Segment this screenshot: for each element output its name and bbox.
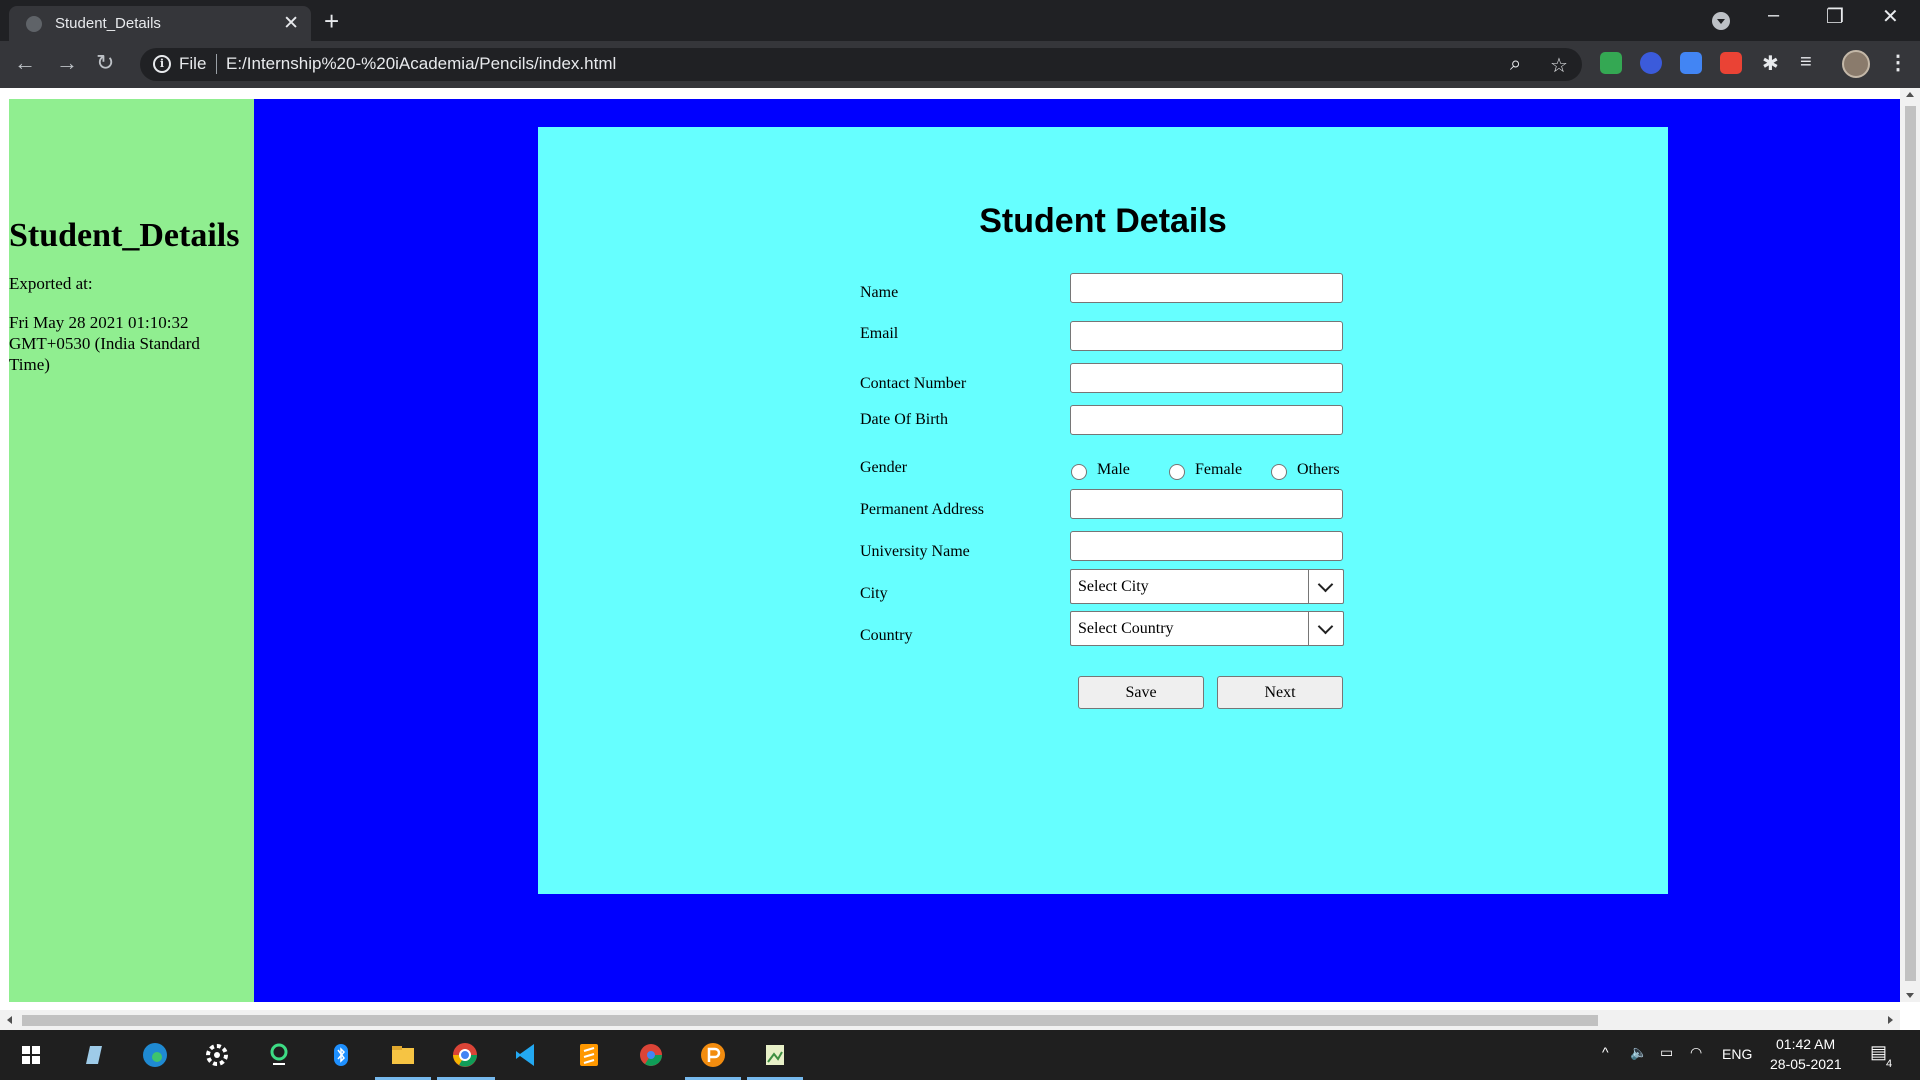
sublime-text-icon[interactable]	[572, 1038, 606, 1072]
gender-others-radio[interactable]	[1271, 464, 1287, 480]
translate-extension-icon[interactable]	[1680, 52, 1702, 74]
gender-male-radio[interactable]	[1071, 464, 1087, 480]
chrome-profile-icon[interactable]	[634, 1038, 668, 1072]
country-dropdown-button[interactable]	[1308, 612, 1343, 645]
vertical-scrollbar[interactable]	[1900, 88, 1920, 1002]
dob-input[interactable]	[1070, 405, 1343, 435]
contact-label: Contact Number	[860, 375, 967, 392]
windows-start-icon[interactable]	[14, 1038, 48, 1072]
dob-label: Date Of Birth	[860, 411, 948, 428]
address-input[interactable]	[1070, 489, 1343, 519]
browser-tab-strip: Student_Details ✕ + – ❐ ✕	[0, 0, 1920, 41]
pencil-app-icon[interactable]	[696, 1038, 730, 1072]
scroll-left-icon[interactable]	[7, 1016, 12, 1024]
url-scheme: File	[179, 54, 207, 73]
minimize-icon[interactable]: –	[1768, 4, 1779, 27]
reload-icon[interactable]: ↻	[96, 50, 114, 76]
browser-tab[interactable]: Student_Details ✕	[9, 6, 311, 41]
scroll-up-icon[interactable]	[1906, 92, 1914, 97]
globe-icon	[26, 16, 42, 32]
gender-male-label: Male	[1097, 461, 1130, 478]
battery-icon[interactable]: ▭	[1660, 1044, 1673, 1061]
language-indicator[interactable]: ENG	[1722, 1046, 1752, 1062]
gender-label: Gender	[860, 459, 908, 476]
notification-count: 4	[1886, 1058, 1893, 1070]
chevron-down-icon	[1317, 576, 1334, 593]
browser-toolbar: ← → ↻ i File E:/Internship%20-%20iAcadem…	[0, 41, 1920, 88]
file-explorer-icon[interactable]	[386, 1038, 420, 1072]
horizontal-scroll-thumb[interactable]	[22, 1015, 1598, 1026]
bluetooth-icon[interactable]	[324, 1038, 358, 1072]
sidebar-title: Student_Details	[9, 217, 240, 254]
city-selected-value: Select City	[1078, 578, 1149, 595]
gender-female-radio[interactable]	[1169, 464, 1185, 480]
email-label: Email	[860, 325, 899, 342]
country-select[interactable]: Select Country	[1070, 611, 1344, 646]
extensions-puzzle-icon[interactable]: ✱	[1762, 51, 1779, 76]
volume-icon[interactable]: 🔈	[1630, 1044, 1647, 1061]
new-tab-button[interactable]: +	[324, 6, 339, 37]
sidebar: Student_Details Exported at: Fri May 28 …	[9, 99, 254, 1002]
info-icon[interactable]: i	[153, 55, 171, 73]
vertical-scroll-thumb[interactable]	[1905, 106, 1916, 981]
city-select[interactable]: Select City	[1070, 569, 1344, 604]
close-window-icon[interactable]: ✕	[1882, 4, 1899, 29]
country-selected-value: Select Country	[1078, 620, 1174, 637]
gender-female-label: Female	[1195, 461, 1243, 478]
chevron-down-icon	[1317, 618, 1334, 635]
address-bar[interactable]: i File E:/Internship%20-%20iAcademia/Pen…	[140, 48, 1582, 81]
forward-icon[interactable]: →	[56, 50, 78, 76]
form-heading: Student Details	[979, 202, 1227, 240]
zoom-icon[interactable]: ⌕	[1510, 53, 1521, 76]
page-viewport: Student_Details Exported at: Fri May 28 …	[0, 88, 1920, 1030]
city-label: City	[860, 585, 888, 602]
menu-kebab-icon[interactable]: ⋮	[1888, 50, 1908, 75]
wifi-icon[interactable]: ◠	[1690, 1044, 1702, 1061]
url-text[interactable]: E:/Internship%20-%20iAcademia/Pencils/in…	[226, 54, 616, 74]
scroll-down-icon[interactable]	[1906, 993, 1914, 998]
tab-title: Student_Details	[55, 15, 161, 32]
exported-label: Exported at:	[9, 274, 93, 293]
media-queue-icon[interactable]: ≡	[1800, 51, 1812, 74]
city-dropdown-button[interactable]	[1308, 570, 1343, 603]
clock-date[interactable]: 28-05-2021	[1770, 1056, 1842, 1072]
restore-icon[interactable]: ❐	[1826, 4, 1844, 29]
close-tab-icon[interactable]: ✕	[283, 12, 299, 35]
divider	[216, 54, 217, 74]
save-button[interactable]: Save	[1078, 676, 1204, 709]
scroll-right-icon[interactable]	[1888, 1016, 1893, 1024]
back-icon[interactable]: ←	[14, 50, 36, 76]
name-input[interactable]	[1070, 273, 1343, 303]
horizontal-scrollbar[interactable]	[0, 1010, 1900, 1030]
notepad-app-icon[interactable]	[76, 1038, 110, 1072]
profile-avatar[interactable]	[1842, 50, 1870, 78]
exported-time: Fri May 28 2021 01:10:32 GMT+0530 (India…	[9, 313, 200, 374]
shield-extension-icon[interactable]	[1600, 52, 1622, 74]
windows-taskbar: ^ 🔈 ▭ ◠ ENG 01:42 AM 28-05-2021 ▤ 4	[0, 1030, 1920, 1080]
name-label: Name	[860, 284, 899, 301]
chrome-browser-icon[interactable]	[448, 1038, 482, 1072]
chevron-up-icon[interactable]: ^	[1602, 1044, 1609, 1060]
tab-search-icon[interactable]	[1712, 12, 1730, 30]
next-button[interactable]: Next	[1217, 676, 1343, 709]
bookmark-star-icon[interactable]: ☆	[1550, 53, 1568, 78]
contact-input[interactable]	[1070, 363, 1343, 393]
image-editor-icon[interactable]	[758, 1038, 792, 1072]
country-label: Country	[860, 627, 913, 644]
university-label: University Name	[860, 543, 970, 560]
form-card: Student Details Name Email Contact Numbe…	[538, 127, 1668, 894]
address-label: Permanent Address	[860, 501, 984, 518]
maps-app-icon[interactable]	[262, 1038, 296, 1072]
vscode-icon[interactable]	[510, 1038, 544, 1072]
settings-gear-icon[interactable]	[200, 1038, 234, 1072]
edge-browser-icon[interactable]	[138, 1038, 172, 1072]
main-area: Student Details Name Email Contact Numbe…	[254, 99, 1900, 1002]
clock-time[interactable]: 01:42 AM	[1776, 1036, 1835, 1052]
notification-center-icon[interactable]: ▤	[1870, 1042, 1887, 1063]
color-extension-icon[interactable]	[1720, 52, 1742, 74]
university-input[interactable]	[1070, 531, 1343, 561]
block-extension-icon[interactable]	[1640, 52, 1662, 74]
email-input[interactable]	[1070, 321, 1343, 351]
gender-others-label: Others	[1297, 461, 1340, 478]
